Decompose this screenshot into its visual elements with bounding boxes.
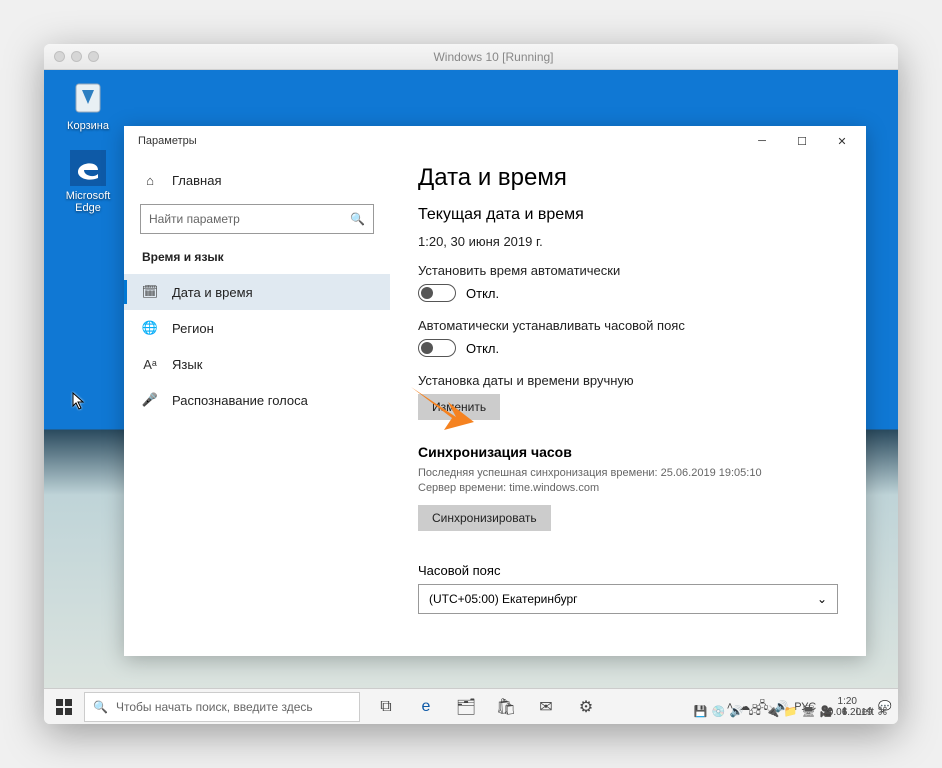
timezone-dropdown[interactable]: (UTC+05:00) Екатеринбург ⌄: [418, 584, 838, 614]
sync-server: Сервер времени: time.windows.com: [418, 481, 838, 496]
auto-tz-state: Откл.: [466, 341, 499, 356]
taskbar-store-icon[interactable]: 🛍: [486, 689, 526, 724]
auto-time-label: Установить время автоматически: [418, 263, 838, 278]
search-icon: 🔍: [93, 700, 108, 714]
sidebar-item-label: Главная: [172, 173, 221, 188]
close-button[interactable]: ✕: [822, 126, 862, 156]
edge-icon: [68, 148, 108, 188]
calendar-icon: 🗓: [142, 284, 158, 300]
sidebar-item-label: Язык: [172, 357, 202, 372]
settings-window: Параметры ─ ☐ ✕ ⌂ Главная Найти параметр…: [124, 126, 866, 656]
vb-recording-icon[interactable]: 🎥: [820, 704, 834, 718]
current-datetime-heading: Текущая дата и время: [418, 206, 838, 224]
vb-optical-icon[interactable]: 💿: [712, 704, 726, 718]
vb-host-key: Left ⌘: [856, 705, 888, 718]
desktop-icon-label: Microsoft Edge: [58, 190, 118, 214]
mac-minimize-button[interactable]: [71, 51, 82, 62]
current-datetime-value: 1:20, 30 июня 2019 г.: [418, 234, 838, 249]
microphone-icon: 🎤: [142, 392, 158, 408]
taskbar-settings-icon[interactable]: ⚙: [566, 689, 606, 724]
settings-titlebar[interactable]: Параметры ─ ☐ ✕: [124, 126, 866, 156]
maximize-button[interactable]: ☐: [782, 126, 822, 156]
taskbar-edge-icon[interactable]: e: [406, 689, 446, 724]
chevron-down-icon: ⌄: [817, 592, 827, 606]
vm-desktop[interactable]: Корзина Microsoft Edge Параметры ─ ☐ ✕ ⌂: [44, 70, 898, 724]
auto-time-toggle[interactable]: [418, 284, 456, 302]
vb-usb-icon[interactable]: 🔌: [766, 704, 780, 718]
vb-shared-folder-icon[interactable]: 📁: [784, 704, 798, 718]
mac-close-button[interactable]: [54, 51, 65, 62]
page-title: Дата и время: [418, 164, 838, 192]
sidebar-section-label: Время и язык: [124, 244, 390, 274]
mac-zoom-button[interactable]: [88, 51, 99, 62]
start-button[interactable]: [44, 689, 84, 724]
mouse-cursor-icon: [72, 392, 86, 415]
virtualbox-statusbar: 💾 💿 🔊 🖧 🔌 📁 🖥 🎥 ⬆ Left ⌘: [694, 704, 888, 718]
sidebar-item-label: Распознавание голоса: [172, 393, 308, 408]
desktop-icon-edge[interactable]: Microsoft Edge: [58, 148, 118, 214]
vb-vrde-icon[interactable]: ⬆: [838, 704, 852, 718]
sidebar-item-label: Регион: [172, 321, 214, 336]
change-button[interactable]: Изменить: [418, 394, 500, 420]
sidebar-item-region[interactable]: 🌐 Регион: [124, 310, 390, 346]
vb-display-icon[interactable]: 🖥: [802, 704, 816, 718]
search-icon: 🔍: [350, 212, 365, 226]
language-icon: Aᵃ: [142, 356, 158, 372]
settings-search-input[interactable]: Найти параметр 🔍: [140, 204, 374, 234]
sync-last-success: Последняя успешная синхронизация времени…: [418, 466, 838, 481]
vb-hdd-icon[interactable]: 💾: [694, 704, 708, 718]
sync-button[interactable]: Синхронизировать: [418, 505, 551, 531]
home-icon: ⌂: [142, 172, 158, 188]
auto-time-state: Откл.: [466, 286, 499, 301]
timezone-label: Часовой пояс: [418, 563, 838, 578]
sidebar-item-date-time[interactable]: 🗓 Дата и время: [124, 274, 390, 310]
auto-tz-label: Автоматически устанавливать часовой пояс: [418, 318, 838, 333]
sidebar-home[interactable]: ⌂ Главная: [124, 162, 390, 198]
task-view-icon[interactable]: ⧉: [366, 689, 406, 724]
sync-heading: Синхронизация часов: [418, 444, 838, 460]
minimize-button[interactable]: ─: [742, 126, 782, 156]
timezone-value: (UTC+05:00) Екатеринбург: [429, 592, 578, 606]
settings-window-title: Параметры: [128, 135, 742, 147]
vm-window: Windows 10 [Running] Корзина Microsoft E…: [44, 44, 898, 724]
desktop-icon-recycle-bin[interactable]: Корзина: [58, 78, 118, 132]
taskbar-search-placeholder: Чтобы начать поиск, введите здесь: [116, 700, 313, 714]
sidebar-item-language[interactable]: Aᵃ Язык: [124, 346, 390, 382]
taskbar-search-input[interactable]: 🔍 Чтобы начать поиск, введите здесь: [84, 692, 360, 722]
taskbar-explorer-icon[interactable]: 🗂: [446, 689, 486, 724]
settings-sidebar: ⌂ Главная Найти параметр 🔍 Время и язык …: [124, 156, 390, 656]
manual-datetime-label: Установка даты и времени вручную: [418, 373, 838, 388]
auto-tz-toggle[interactable]: [418, 339, 456, 357]
settings-main: Дата и время Текущая дата и время 1:20, …: [390, 156, 866, 656]
globe-icon: 🌐: [142, 320, 158, 336]
vb-network-icon[interactable]: 🖧: [748, 704, 762, 718]
desktop-icon-label: Корзина: [58, 120, 118, 132]
sidebar-item-speech[interactable]: 🎤 Распознавание голоса: [124, 382, 390, 418]
sidebar-item-label: Дата и время: [172, 285, 253, 300]
taskbar-mail-icon[interactable]: ✉: [526, 689, 566, 724]
recycle-bin-icon: [68, 78, 108, 118]
vb-audio-icon[interactable]: 🔊: [730, 704, 744, 718]
mac-window-title: Windows 10 [Running]: [99, 50, 888, 64]
search-placeholder: Найти параметр: [149, 212, 240, 226]
mac-titlebar[interactable]: Windows 10 [Running]: [44, 44, 898, 70]
